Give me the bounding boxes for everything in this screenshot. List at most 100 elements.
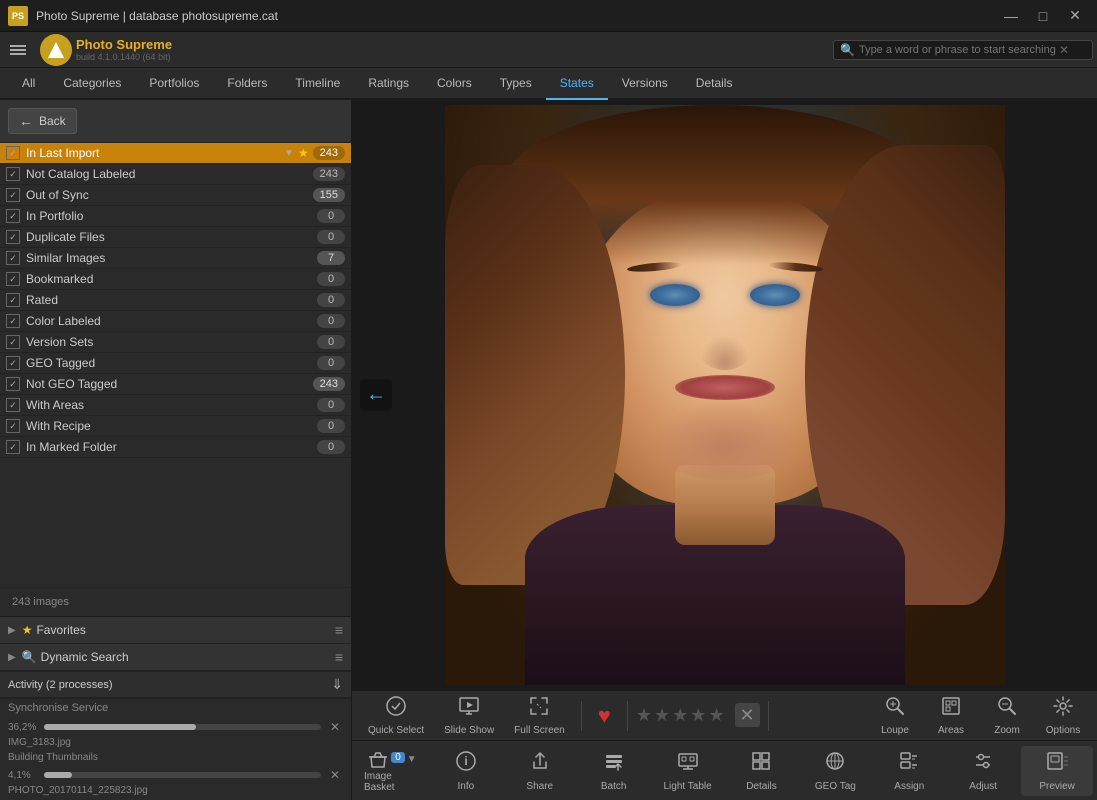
star-3[interactable]: ★	[672, 705, 688, 726]
preview-button[interactable]: Preview	[1021, 746, 1093, 796]
state-item-duplicate-files[interactable]: ✓ Duplicate Files 0	[0, 227, 351, 248]
heart-button[interactable]: ♥	[590, 703, 619, 729]
state-item-in-last-import[interactable]: ✓ In Last Import ▼ ★ 243	[0, 143, 351, 164]
star-4[interactable]: ★	[690, 705, 706, 726]
tab-states[interactable]: States	[546, 68, 608, 100]
photo-eyes-area	[625, 280, 825, 310]
maximize-button[interactable]: □	[1029, 6, 1057, 26]
tab-timeline[interactable]: Timeline	[281, 68, 354, 100]
state-item-color-labeled[interactable]: ✓ Color Labeled 0	[0, 311, 351, 332]
panel-label: Favorites	[36, 623, 334, 637]
tab-details[interactable]: Details	[682, 68, 747, 100]
state-item-out-of-sync[interactable]: ✓ Out of Sync 155	[0, 185, 351, 206]
image-basket-icon-group: 0 ▼	[367, 749, 416, 771]
geo-tag-icon	[824, 750, 846, 778]
star-1[interactable]: ★	[636, 705, 652, 726]
tab-versions[interactable]: Versions	[608, 68, 682, 100]
progress-close-1[interactable]: ✕	[327, 720, 343, 734]
tab-categories[interactable]: Categories	[49, 68, 135, 100]
state-item-not-catalog-labeled[interactable]: ✓ Not Catalog Labeled 243	[0, 164, 351, 185]
tab-folders[interactable]: Folders	[213, 68, 281, 100]
progress-bar-wrap-2	[44, 772, 321, 778]
geo-tag-button[interactable]: GEO Tag	[799, 746, 871, 796]
search-clear-icon[interactable]: ✕	[1059, 43, 1069, 57]
fullscreen-button[interactable]: Full Screen	[506, 691, 573, 740]
state-count: 7	[317, 251, 345, 265]
assign-icon	[898, 750, 920, 778]
state-checkbox[interactable]: ✓	[6, 440, 20, 454]
batch-button[interactable]: Batch	[578, 746, 650, 796]
state-label: Color Labeled	[26, 314, 317, 328]
search-input[interactable]	[859, 44, 1059, 56]
panel-favorites[interactable]: ▶ ★ Favorites ≡	[0, 617, 351, 644]
star-5[interactable]: ★	[708, 705, 724, 726]
state-checkbox[interactable]: ✓	[6, 209, 20, 223]
hamburger-menu-button[interactable]	[4, 36, 32, 64]
close-button[interactable]: ✕	[1061, 6, 1089, 26]
state-count: 0	[317, 293, 345, 307]
loupe-button[interactable]: Loupe	[869, 691, 921, 740]
state-item-in-portfolio[interactable]: ✓ In Portfolio 0	[0, 206, 351, 227]
state-item-similar-images[interactable]: ✓ Similar Images 7	[0, 248, 351, 269]
star-rating[interactable]: ★ ★ ★ ★ ★	[636, 705, 725, 726]
state-checkbox[interactable]: ✓	[6, 167, 20, 181]
state-item-with-areas[interactable]: ✓ With Areas 0	[0, 395, 351, 416]
details-button[interactable]: Details	[726, 746, 798, 796]
adjust-button[interactable]: Adjust	[947, 746, 1019, 796]
minimize-button[interactable]: —	[997, 6, 1025, 26]
state-checkbox[interactable]: ✓	[6, 419, 20, 433]
reject-button[interactable]: ✕	[735, 705, 760, 726]
state-item-version-sets[interactable]: ✓ Version Sets 0	[0, 332, 351, 353]
quick-select-button[interactable]: Quick Select	[360, 691, 432, 740]
star-icon: ★	[298, 146, 309, 160]
light-table-button[interactable]: Light Table	[652, 746, 724, 796]
state-checkbox[interactable]: ✓	[6, 188, 20, 202]
state-item-geo-tagged[interactable]: ✓ GEO Tagged 0	[0, 353, 351, 374]
state-checkbox[interactable]: ✓	[6, 314, 20, 328]
preview-icon	[1046, 750, 1068, 778]
nav-left-arrow[interactable]: ←	[360, 380, 392, 411]
svg-text:PS: PS	[12, 11, 24, 21]
image-basket-button[interactable]: 0 ▼ Image Basket	[356, 745, 428, 797]
state-checkbox[interactable]: ✓	[6, 335, 20, 349]
tab-colors[interactable]: Colors	[423, 68, 486, 100]
panel-dynamic-search[interactable]: ▶ 🔍 Dynamic Search ≡	[0, 644, 351, 671]
share-button[interactable]: Share	[504, 746, 576, 796]
progress-bar-wrap-1	[44, 724, 321, 730]
state-list: ✓ In Last Import ▼ ★ 243 ✓ Not Catalog L…	[0, 143, 351, 587]
panel-menu-icon[interactable]: ≡	[335, 622, 343, 638]
state-item-rated[interactable]: ✓ Rated 0	[0, 290, 351, 311]
state-checkbox[interactable]: ✓	[6, 398, 20, 412]
state-checkbox[interactable]: ✓	[6, 230, 20, 244]
panel-menu-icon[interactable]: ≡	[335, 649, 343, 665]
state-checkbox[interactable]: ✓	[6, 293, 20, 307]
state-checkbox[interactable]: ✓	[6, 251, 20, 265]
state-checkbox[interactable]: ✓	[6, 377, 20, 391]
back-button[interactable]: ← Back	[8, 108, 77, 134]
tab-types[interactable]: Types	[486, 68, 546, 100]
assign-button[interactable]: Assign	[873, 746, 945, 796]
zoom-button[interactable]: Zoom	[981, 691, 1033, 740]
progress-close-2[interactable]: ✕	[327, 768, 343, 782]
state-checkbox[interactable]: ✓	[6, 272, 20, 286]
search-box[interactable]: 🔍 ✕	[833, 40, 1093, 60]
tab-all[interactable]: All	[8, 68, 49, 100]
state-item-with-recipe[interactable]: ✓ With Recipe 0	[0, 416, 351, 437]
slideshow-button[interactable]: Slide Show	[436, 691, 502, 740]
info-button[interactable]: i Info	[430, 746, 502, 796]
tab-portfolios[interactable]: Portfolios	[135, 68, 213, 100]
state-item-bookmarked[interactable]: ✓ Bookmarked 0	[0, 269, 351, 290]
main-area: ← Back ✓ In Last Import ▼ ★ 243 ✓ Not Ca…	[0, 100, 1097, 800]
areas-button[interactable]: Areas	[925, 691, 977, 740]
state-checkbox[interactable]: ✓	[6, 356, 20, 370]
divider-1	[581, 701, 582, 731]
state-item-in-marked-folder[interactable]: ✓ In Marked Folder 0	[0, 437, 351, 458]
options-button[interactable]: Options	[1037, 691, 1089, 740]
star-2[interactable]: ★	[654, 705, 670, 726]
activity-download-icon[interactable]: ⇓	[331, 676, 343, 693]
sidebar: ← Back ✓ In Last Import ▼ ★ 243 ✓ Not Ca…	[0, 100, 352, 800]
state-item-not-geo-tagged[interactable]: ✓ Not GEO Tagged 243	[0, 374, 351, 395]
loupe-icon	[884, 695, 906, 723]
tab-ratings[interactable]: Ratings	[354, 68, 423, 100]
state-checkbox[interactable]: ✓	[6, 146, 20, 160]
